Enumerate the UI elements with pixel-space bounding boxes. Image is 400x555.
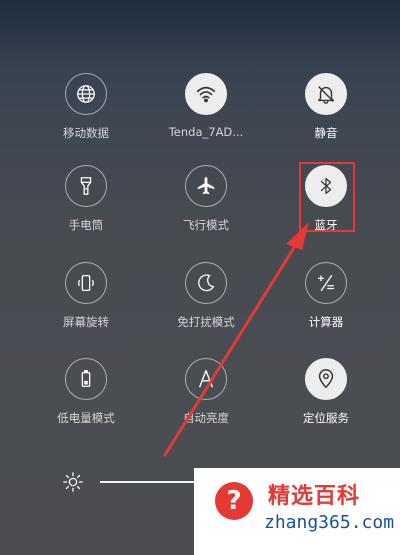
tile-label: 静音 <box>314 126 338 140</box>
tile-label: 低电量模式 <box>57 411 115 425</box>
tile-label: Tenda_7AD... <box>168 125 244 139</box>
auto-brightness-icon <box>185 358 227 400</box>
flashlight-icon <box>65 165 107 207</box>
calculator-icon <box>305 262 347 304</box>
tile-label: 飞行模式 <box>183 218 229 232</box>
tile-mute[interactable]: 静音 <box>271 73 381 153</box>
tile-location[interactable]: 定位服务 <box>271 358 381 438</box>
wifi-icon <box>185 73 227 115</box>
globe-icon <box>65 73 107 115</box>
tile-calculator[interactable]: 计算器 <box>271 262 381 342</box>
watermark-brand: 精选百科 <box>268 484 361 509</box>
location-icon <box>305 358 347 400</box>
tile-auto-brightness[interactable]: 自动亮度 <box>151 358 261 438</box>
sun-icon <box>63 472 83 492</box>
tile-mobile-data[interactable]: 移动数据 <box>31 73 141 153</box>
tile-label: 计算器 <box>308 315 344 329</box>
tile-label: 自动亮度 <box>183 411 229 425</box>
screen-rotate-icon <box>65 262 107 304</box>
tile-airplane[interactable]: 飞行模式 <box>151 165 261 245</box>
tile-label: 免打扰模式 <box>177 315 235 329</box>
moon-icon <box>185 262 227 304</box>
bell-mute-icon <box>305 73 347 115</box>
tile-label: 手电筒 <box>68 218 104 232</box>
tile-label: 定位服务 <box>303 411 349 425</box>
tile-label: 屏幕旋转 <box>63 315 109 329</box>
watermark-banner: ? 精选百科 zhang365.com <box>194 468 400 555</box>
tile-flashlight[interactable]: 手电筒 <box>31 165 141 245</box>
bluetooth-highlight-box <box>299 162 355 232</box>
background-top-shade <box>0 0 400 60</box>
tile-wifi[interactable]: Tenda_7AD... <box>151 73 261 153</box>
question-icon: ? <box>215 482 253 520</box>
airplane-icon <box>185 165 227 207</box>
tile-screen-rotate[interactable]: 屏幕旋转 <box>31 262 141 342</box>
battery-icon <box>65 358 107 400</box>
tile-label: 移动数据 <box>63 126 109 140</box>
watermark-domain: zhang365.com <box>264 512 395 533</box>
tile-do-not-disturb[interactable]: 免打扰模式 <box>151 262 261 342</box>
tile-low-power[interactable]: 低电量模式 <box>31 358 141 438</box>
